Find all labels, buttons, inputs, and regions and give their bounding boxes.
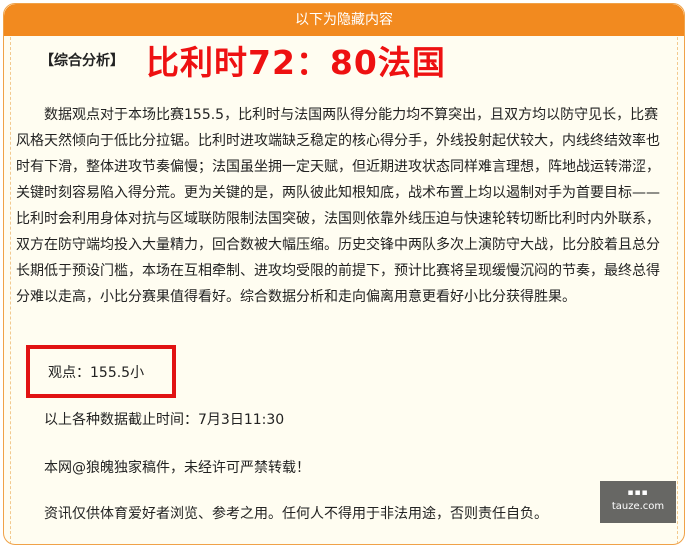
copyright-text: 本网@狼魄独家稿件，未经许可严禁转载！ — [44, 460, 310, 476]
data-cutoff-text: 以上各种数据截止时间：7月3日11:30 — [44, 412, 285, 428]
analysis-tag: 【综合分析】 — [40, 53, 124, 69]
watermark-site: tauze.com — [611, 501, 665, 512]
match-score-headline: 比利时72：80法国 — [146, 43, 446, 82]
watermark-logo-icon: ▪▪▪ — [627, 488, 649, 498]
site-watermark: ▪▪▪ tauze.com — [600, 481, 676, 523]
title-row: 【综合分析】 比利时72：80法国 — [40, 36, 446, 84]
analysis-paragraph: 数据观点对于本场比赛155.5，比利时与法国两队得分能力均不算突出，且双方均以防… — [16, 107, 660, 305]
disclaimer-text: 资讯仅供体育爱好者浏览、参考之用。任何人不得用于非法用途，否则责任自负。 — [44, 506, 548, 522]
hidden-content-banner: 以下为隐藏内容 — [4, 4, 684, 36]
view-text: 观点：155.5小 — [48, 365, 145, 381]
